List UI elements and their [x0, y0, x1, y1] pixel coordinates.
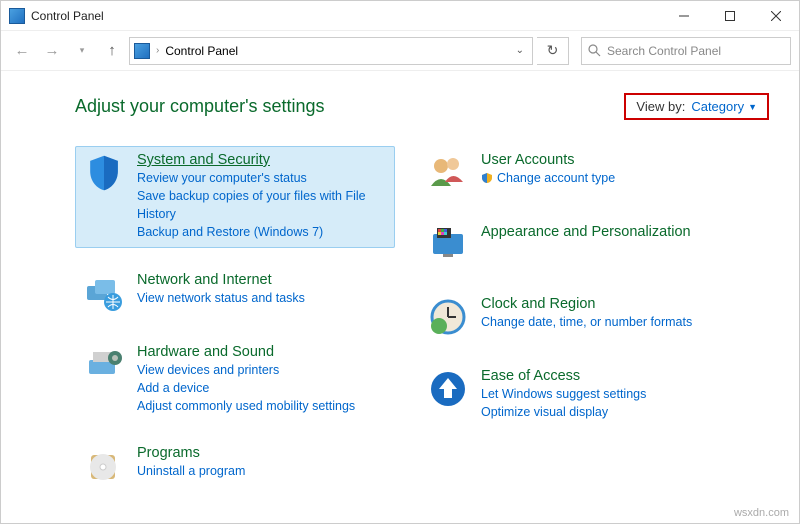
control-panel-icon [9, 8, 25, 24]
category-link[interactable]: Save backup copies of your files with Fi… [137, 187, 387, 223]
maximize-icon [725, 11, 735, 21]
close-button[interactable] [753, 1, 799, 30]
chevron-down-icon[interactable]: ⌄ [512, 45, 528, 56]
category-programs[interactable]: Programs Uninstall a program [75, 439, 395, 493]
category-hardware-sound[interactable]: Hardware and Sound View devices and prin… [75, 338, 395, 421]
category-user-accounts[interactable]: User Accounts Change account type [419, 146, 739, 200]
category-link[interactable]: Let Windows suggest settings [481, 385, 646, 403]
view-by-value: Category [691, 99, 744, 114]
category-title[interactable]: User Accounts [481, 152, 615, 168]
close-icon [771, 11, 781, 21]
right-column: User Accounts Change account type Appear… [419, 146, 739, 493]
search-placeholder: Search Control Panel [607, 44, 721, 58]
category-link[interactable]: View devices and printers [137, 361, 355, 379]
chevron-right-icon: › [156, 45, 159, 56]
disc-icon [83, 445, 125, 487]
category-link[interactable]: Change account type [497, 169, 615, 187]
control-panel-window: Control Panel ← → ▾ ↑ › Control Panel ⌄ … [0, 0, 800, 524]
category-link[interactable]: Add a device [137, 379, 355, 397]
category-title[interactable]: Clock and Region [481, 296, 692, 312]
view-by-dropdown[interactable]: Category ▼ [691, 99, 757, 114]
category-link[interactable]: Review your computer's status [137, 169, 387, 187]
titlebar: Control Panel [1, 1, 799, 31]
category-title[interactable]: System and Security [137, 152, 387, 168]
shield-small-icon [481, 172, 493, 184]
category-link[interactable]: Adjust commonly used mobility settings [137, 397, 355, 415]
up-button[interactable]: ↑ [99, 38, 125, 64]
minimize-button[interactable] [661, 1, 707, 30]
category-title[interactable]: Network and Internet [137, 272, 305, 288]
ease-access-icon [427, 368, 469, 410]
back-button[interactable]: ← [9, 38, 35, 64]
breadcrumb[interactable]: Control Panel [165, 44, 238, 58]
category-title[interactable]: Appearance and Personalization [481, 224, 691, 240]
refresh-button[interactable]: ↻ [537, 37, 569, 65]
address-bar[interactable]: › Control Panel ⌄ [129, 37, 533, 65]
clock-icon [427, 296, 469, 338]
window-title: Control Panel [31, 9, 661, 23]
content-header: Adjust your computer's settings View by:… [75, 93, 769, 120]
category-network-internet[interactable]: Network and Internet View network status… [75, 266, 395, 320]
category-title[interactable]: Programs [137, 445, 245, 461]
category-appearance-personalization[interactable]: Appearance and Personalization [419, 218, 739, 272]
page-title: Adjust your computer's settings [75, 96, 325, 117]
left-column: System and Security Review your computer… [75, 146, 395, 493]
globe-icon [83, 272, 125, 314]
category-link[interactable]: Optimize visual display [481, 403, 646, 421]
category-link[interactable]: Change date, time, or number formats [481, 313, 692, 331]
category-system-security[interactable]: System and Security Review your computer… [75, 146, 395, 248]
monitor-icon [427, 224, 469, 266]
category-title[interactable]: Ease of Access [481, 368, 646, 384]
content-area: Adjust your computer's settings View by:… [1, 71, 799, 523]
view-by-label: View by: [636, 99, 685, 114]
category-link[interactable]: View network status and tasks [137, 289, 305, 307]
control-panel-icon [134, 43, 150, 59]
category-clock-region[interactable]: Clock and Region Change date, time, or n… [419, 290, 739, 344]
maximize-button[interactable] [707, 1, 753, 30]
shield-icon [83, 152, 125, 194]
navigation-bar: ← → ▾ ↑ › Control Panel ⌄ ↻ Search Contr… [1, 31, 799, 71]
view-by-control[interactable]: View by: Category ▼ [624, 93, 769, 120]
printer-icon [83, 344, 125, 386]
watermark: wsxdn.com [734, 507, 789, 519]
category-ease-of-access[interactable]: Ease of Access Let Windows suggest setti… [419, 362, 739, 427]
window-controls [661, 1, 799, 30]
forward-button[interactable]: → [39, 38, 65, 64]
search-icon [588, 44, 601, 57]
chevron-down-icon: ▼ [748, 102, 757, 112]
category-title[interactable]: Hardware and Sound [137, 344, 355, 360]
category-link[interactable]: Uninstall a program [137, 462, 245, 480]
recent-button[interactable]: ▾ [69, 38, 95, 64]
users-icon [427, 152, 469, 194]
minimize-icon [679, 11, 689, 21]
category-link[interactable]: Backup and Restore (Windows 7) [137, 223, 387, 241]
search-input[interactable]: Search Control Panel [581, 37, 791, 65]
category-columns: System and Security Review your computer… [75, 146, 769, 493]
